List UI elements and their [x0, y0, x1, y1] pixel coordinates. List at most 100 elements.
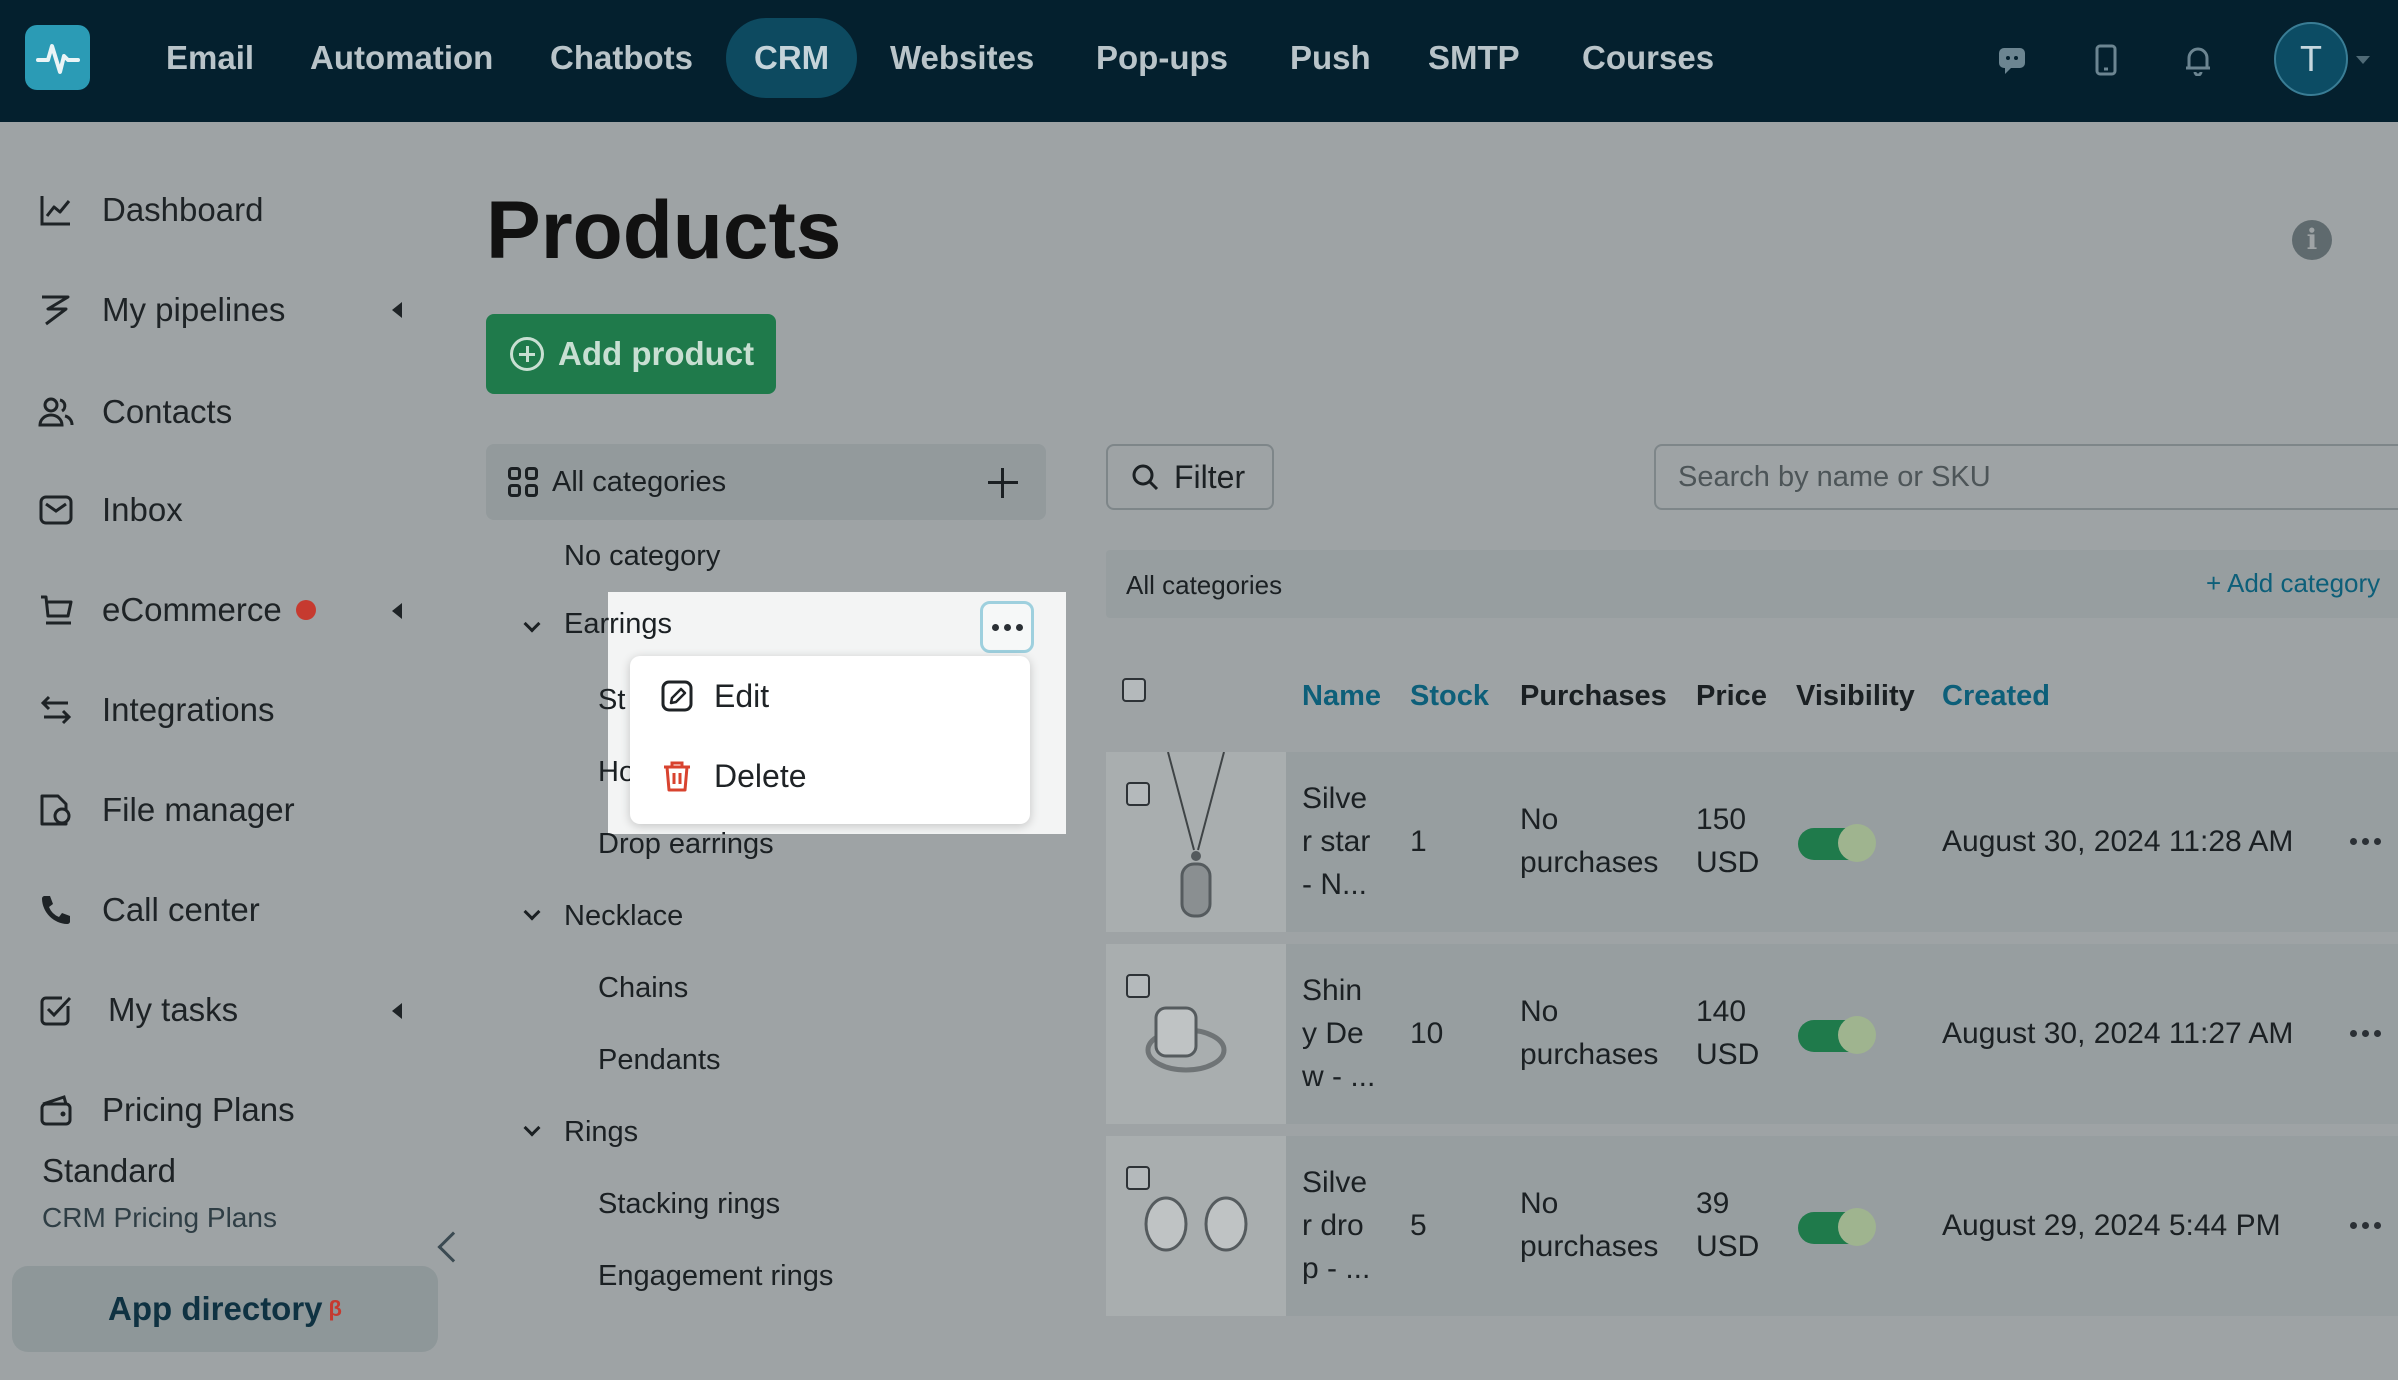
- cart-icon: [36, 590, 76, 630]
- category-engagement-rings[interactable]: Engagement rings: [598, 1260, 833, 1293]
- select-all-checkbox[interactable]: [1122, 678, 1146, 702]
- category-more-button[interactable]: [980, 601, 1034, 653]
- add-product-label: Add product: [558, 335, 755, 372]
- nav-popups[interactable]: Pop-ups: [1068, 18, 1256, 98]
- delete-menu-item[interactable]: Delete: [660, 746, 807, 806]
- current-category-label: All categories: [1126, 570, 1283, 600]
- product-name[interactable]: Shin y De w - ...: [1302, 969, 1375, 1098]
- sidebar-item-file-manager[interactable]: File manager: [36, 780, 295, 840]
- expand-arrow-icon[interactable]: [392, 302, 402, 318]
- chat-icon[interactable]: [1990, 38, 2034, 82]
- info-icon[interactable]: i: [2292, 220, 2332, 260]
- category-rings[interactable]: Rings: [564, 1116, 638, 1149]
- filter-label: Filter: [1174, 458, 1246, 495]
- column-visibility: Visibility: [1796, 680, 1915, 712]
- chevron-down-icon[interactable]: [2356, 56, 2370, 64]
- row-checkbox[interactable]: [1126, 1166, 1150, 1190]
- product-created: August 29, 2024 5:44 PM: [1942, 1209, 2281, 1242]
- chevron-down-icon[interactable]: [523, 615, 541, 633]
- category-chains[interactable]: Chains: [598, 972, 688, 1005]
- nav-websites[interactable]: Websites: [862, 18, 1062, 98]
- sidebar-item-pricing-plans[interactable]: Pricing Plans: [36, 1080, 295, 1140]
- category-no-category[interactable]: No category: [564, 540, 720, 573]
- row-more-button[interactable]: [2350, 1222, 2381, 1229]
- nav-smtp[interactable]: SMTP: [1400, 18, 1548, 98]
- product-price: 150 USD: [1696, 803, 1760, 879]
- expand-arrow-icon[interactable]: [392, 603, 402, 619]
- product-stock: 5: [1410, 1209, 1427, 1242]
- trash-icon: [660, 759, 694, 793]
- column-created[interactable]: Created: [1942, 680, 2050, 713]
- product-name[interactable]: Silve r star - N...: [1302, 777, 1370, 906]
- search-input[interactable]: [1654, 444, 2398, 510]
- sidebar-item-contacts[interactable]: Contacts: [36, 382, 232, 442]
- visibility-toggle[interactable]: [1798, 1208, 1876, 1246]
- chevron-down-icon[interactable]: [523, 903, 541, 921]
- row-checkbox[interactable]: [1126, 974, 1150, 998]
- sidebar-item-integrations[interactable]: Integrations: [36, 680, 274, 740]
- add-category-link[interactable]: + Add category: [2206, 568, 2380, 599]
- row-more-button[interactable]: [2350, 1030, 2381, 1037]
- visibility-toggle[interactable]: [1798, 1016, 1876, 1054]
- edit-icon: [660, 679, 694, 713]
- product-stock: 1: [1410, 825, 1427, 858]
- nav-email[interactable]: Email: [138, 18, 282, 98]
- row-checkbox[interactable]: [1126, 782, 1150, 806]
- sidebar-item-dashboard[interactable]: Dashboard: [36, 180, 263, 240]
- edit-menu-item[interactable]: Edit: [660, 666, 769, 726]
- notification-dot: [295, 600, 316, 620]
- filter-button[interactable]: Filter: [1106, 444, 1274, 510]
- inbox-icon: [36, 490, 76, 530]
- app-directory-button[interactable]: App directory β: [12, 1266, 438, 1352]
- visibility-toggle[interactable]: [1798, 824, 1876, 862]
- category-pendants[interactable]: Pendants: [598, 1044, 721, 1077]
- product-price: 140 USD: [1696, 995, 1760, 1071]
- collapse-sidebar-icon[interactable]: [437, 1231, 469, 1263]
- top-navigation: Email Automation Chatbots CRM Websites P…: [0, 0, 2398, 122]
- column-name[interactable]: Name: [1302, 680, 1381, 713]
- sidebar-item-label: File manager: [102, 791, 295, 828]
- nav-crm[interactable]: CRM: [726, 18, 858, 98]
- add-category-plus-icon[interactable]: [988, 468, 1018, 498]
- nav-courses[interactable]: Courses: [1554, 18, 1742, 98]
- file-manager-icon: [36, 790, 76, 830]
- plan-name: Standard: [42, 1152, 176, 1189]
- chevron-down-icon[interactable]: [523, 1119, 541, 1137]
- all-categories-item[interactable]: All categories: [486, 444, 1046, 520]
- category-earrings[interactable]: Earrings: [564, 608, 672, 641]
- nav-chatbots[interactable]: Chatbots: [522, 18, 721, 98]
- sidebar-item-call-center[interactable]: Call center: [36, 880, 260, 940]
- category-stacking-rings[interactable]: Stacking rings: [598, 1188, 780, 1221]
- sidebar-item-label: eCommerce: [102, 591, 282, 628]
- edit-label: Edit: [714, 677, 770, 714]
- category-drop-earrings[interactable]: Drop earrings: [598, 828, 774, 861]
- sidebar-item-label: Dashboard: [102, 191, 264, 228]
- product-name[interactable]: Silve r dro p - ...: [1302, 1161, 1370, 1290]
- sidebar-item-label: My pipelines: [102, 291, 286, 328]
- search-icon: [1130, 462, 1160, 492]
- sidebar-item-label: Pricing Plans: [102, 1091, 295, 1128]
- expand-arrow-icon[interactable]: [392, 1003, 402, 1019]
- mobile-icon[interactable]: [2084, 38, 2128, 82]
- wallet-icon: [36, 1090, 76, 1130]
- tasks-icon: [36, 990, 76, 1030]
- nav-automation[interactable]: Automation: [282, 18, 521, 98]
- row-more-button[interactable]: [2350, 838, 2381, 845]
- sidebar-item-my-tasks[interactable]: My tasks: [36, 980, 238, 1040]
- nav-push[interactable]: Push: [1262, 18, 1399, 98]
- sidebar-item-label: Integrations: [102, 691, 275, 728]
- sidebar-item-inbox[interactable]: Inbox: [36, 480, 183, 540]
- sidebar-item-ecommerce[interactable]: eCommerce: [36, 580, 316, 640]
- sidebar-item-my-pipelines[interactable]: My pipelines: [36, 280, 285, 340]
- add-product-button[interactable]: Add product: [486, 314, 776, 394]
- column-purchases: Purchases: [1520, 680, 1667, 712]
- column-stock[interactable]: Stock: [1410, 680, 1489, 713]
- category-necklace[interactable]: Necklace: [564, 900, 683, 933]
- bell-icon[interactable]: [2176, 38, 2220, 82]
- pricing-plans-link[interactable]: CRM Pricing Plans: [42, 1202, 277, 1234]
- plus-circle-icon: [510, 337, 544, 371]
- app-logo-icon[interactable]: [25, 25, 90, 90]
- category-studs[interactable]: St: [598, 684, 625, 717]
- user-avatar[interactable]: T: [2274, 22, 2348, 96]
- column-price: Price: [1696, 680, 1767, 712]
